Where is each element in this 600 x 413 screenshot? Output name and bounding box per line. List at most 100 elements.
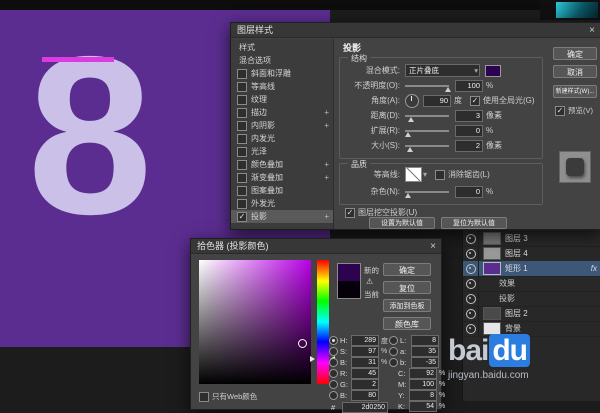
reset-default-button[interactable]: 复位为默认值 [441, 217, 507, 229]
radio-b2[interactable] [329, 391, 338, 400]
layer-row[interactable]: 图层 4 [463, 246, 600, 262]
global-light-checkbox[interactable]: ✓ [470, 96, 480, 106]
style-list-item-gradient-overlay[interactable]: 渐变叠加+ [231, 171, 333, 184]
visibility-toggle[interactable] [463, 276, 479, 291]
spread-input[interactable]: 0 [455, 125, 483, 137]
contour-thumbnail[interactable] [405, 167, 422, 182]
style-list-item-pattern-overlay[interactable]: 图案叠加 [231, 184, 333, 197]
style-list-item-contour[interactable]: 等高线 [231, 80, 333, 93]
set-default-button[interactable]: 设置为默认值 [369, 217, 435, 229]
size-slider[interactable] [405, 145, 449, 147]
distance-slider[interactable] [405, 115, 449, 117]
preview-checkbox[interactable]: ✓ [555, 106, 565, 116]
layer-thumbnail[interactable] [483, 307, 501, 320]
opacity-input[interactable]: 100 [455, 80, 483, 92]
fx-badge[interactable]: fx [591, 264, 597, 273]
add-instance-icon[interactable]: + [324, 160, 329, 169]
visibility-toggle[interactable] [463, 231, 479, 246]
style-list-item-texture[interactable]: 纹理 [231, 93, 333, 106]
shadow-color-swatch[interactable] [485, 65, 501, 77]
layer-thumbnail[interactable] [483, 247, 501, 260]
visibility-toggle[interactable] [463, 261, 479, 276]
checkbox[interactable] [237, 95, 247, 105]
checkbox[interactable] [237, 134, 247, 144]
color-field-marker[interactable] [298, 339, 307, 348]
hex-input[interactable]: 2d0250 [342, 402, 388, 413]
checkbox[interactable] [237, 199, 247, 209]
checkbox[interactable] [237, 173, 247, 183]
checkbox[interactable] [237, 186, 247, 196]
add-instance-icon[interactable]: + [324, 212, 329, 221]
spread-slider[interactable] [405, 130, 449, 132]
layer-thumbnail[interactable] [483, 232, 501, 245]
blend-mode-select[interactable]: 正片叠底▾ [405, 64, 480, 77]
angle-dial[interactable] [405, 94, 419, 108]
gamut-warning-icon[interactable]: ⚠ [366, 277, 373, 286]
h-input[interactable]: 289 [351, 335, 379, 346]
c-input[interactable]: 92 [409, 368, 437, 379]
a-input[interactable]: 35 [411, 346, 439, 357]
new-style-button[interactable]: 新建样式(W)... [553, 85, 597, 98]
ok-button[interactable]: 确定 [553, 47, 597, 60]
b-input[interactable]: 31 [351, 357, 379, 368]
add-instance-icon[interactable]: + [324, 108, 329, 117]
checkbox[interactable] [237, 108, 247, 118]
angle-input[interactable]: 90 [423, 95, 451, 107]
color-picker-titlebar[interactable]: 拾色器 (投影颜色) × [191, 239, 441, 254]
close-icon[interactable]: × [430, 239, 436, 254]
layer-knockout-checkbox[interactable]: ✓ [345, 208, 355, 218]
s-input[interactable]: 97 [351, 346, 379, 357]
style-list-item-bevel-emboss[interactable]: 斜面和浮雕 [231, 67, 333, 80]
layer-thumbnail[interactable] [483, 262, 501, 275]
ok-button[interactable]: 确定 [383, 263, 431, 276]
radio-b[interactable] [329, 358, 338, 367]
checkbox[interactable] [237, 121, 247, 131]
l-input[interactable]: 8 [411, 335, 439, 346]
style-list-item-drop-shadow[interactable]: ✓投影+ [231, 210, 333, 223]
saturation-brightness-field[interactable] [199, 260, 311, 384]
add-instance-icon[interactable]: + [324, 121, 329, 130]
radio-s[interactable] [329, 347, 338, 356]
layer-row[interactable]: 图层 3 [463, 231, 600, 247]
opacity-slider[interactable] [405, 85, 449, 87]
close-icon[interactable]: × [589, 23, 595, 38]
style-list-item-stroke[interactable]: 描边+ [231, 106, 333, 119]
visibility-toggle[interactable] [463, 246, 479, 261]
lab-b-input[interactable]: -35 [411, 357, 439, 368]
style-list-item-inner-shadow[interactable]: 内阴影+ [231, 119, 333, 132]
radio-r[interactable] [329, 369, 338, 378]
drop-shadow-effect-row[interactable]: 投影 [463, 291, 600, 307]
checkbox[interactable] [237, 69, 247, 79]
visibility-toggle[interactable] [463, 291, 479, 306]
antialias-checkbox[interactable] [435, 170, 445, 180]
add-to-swatches-button[interactable]: 添加到色板 [383, 299, 431, 312]
layer-row-selected[interactable]: 矩形 1 fx [463, 261, 600, 277]
radio-l[interactable] [389, 336, 398, 345]
b2-input[interactable]: 80 [351, 390, 379, 401]
m-input[interactable]: 100 [409, 379, 437, 390]
reset-button[interactable]: 复位 [383, 281, 431, 294]
g-input[interactable]: 2 [351, 379, 379, 390]
radio-g[interactable] [329, 380, 338, 389]
hue-marker-left[interactable] [310, 356, 315, 362]
color-libraries-button[interactable]: 颜色库 [383, 317, 431, 330]
checkbox[interactable]: ✓ [237, 212, 247, 222]
style-list-item-color-overlay[interactable]: 颜色叠加+ [231, 158, 333, 171]
checkbox[interactable] [237, 147, 247, 157]
style-list-item-styles[interactable]: 样式 [231, 41, 333, 54]
radio-lab-b[interactable] [389, 358, 398, 367]
radio-a[interactable] [389, 347, 398, 356]
style-list-item-satin[interactable]: 光泽 [231, 145, 333, 158]
distance-input[interactable]: 3 [455, 110, 483, 122]
layer-style-titlebar[interactable]: 图层样式 × [231, 23, 600, 38]
y-input[interactable]: 8 [409, 390, 437, 401]
effects-row[interactable]: 效果 [463, 276, 600, 292]
layer-row[interactable]: 图层 2 [463, 306, 600, 322]
chevron-down-icon[interactable]: ▾ [423, 170, 427, 179]
noise-input[interactable]: 0 [455, 186, 483, 198]
add-instance-icon[interactable]: + [324, 173, 329, 182]
radio-h[interactable] [329, 336, 338, 345]
web-only-checkbox[interactable] [199, 392, 209, 402]
style-list-item-blending-options[interactable]: 混合选项 [231, 54, 333, 67]
size-input[interactable]: 2 [455, 140, 483, 152]
